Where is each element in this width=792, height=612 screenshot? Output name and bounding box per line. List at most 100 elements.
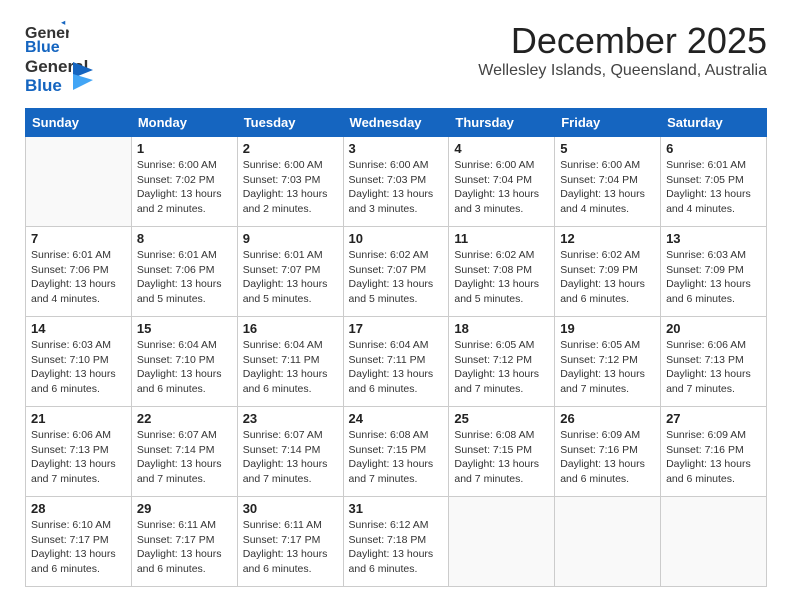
day-number: 29 [137,501,232,516]
day-info: Sunrise: 6:01 AM Sunset: 7:07 PM Dayligh… [243,248,338,307]
calendar-week-row: 1Sunrise: 6:00 AM Sunset: 7:02 PM Daylig… [26,137,767,227]
calendar-cell: 7 Sunrise: 6:01 AM Sunset: 7:06 PM Daylig… [26,227,132,317]
day-number: 31 [349,501,444,516]
calendar-table: SundayMondayTuesdayWednesdayThursdayFrid… [25,108,767,587]
day-number: 27 [666,411,761,426]
calendar-cell: 31 Sunrise: 6:12 AM Sunset: 7:18 PM Dayli… [343,497,449,587]
day-info: Sunrise: 6:05 AM Sunset: 7:12 PM Dayligh… [560,338,655,397]
day-info: Sunrise: 6:02 AM Sunset: 7:08 PM Dayligh… [454,248,549,307]
calendar-cell: 17Sunrise: 6:04 AM Sunset: 7:11 PM Dayli… [343,317,449,407]
calendar-cell: 15Sunrise: 6:04 AM Sunset: 7:10 PM Dayli… [131,317,237,407]
calendar-cell: 29 Sunrise: 6:11 AM Sunset: 7:17 PM Dayli… [131,497,237,587]
calendar-cell: 23 Sunrise: 6:07 AM Sunset: 7:14 PM Dayli… [237,407,343,497]
day-info: Sunrise: 6:04 AM Sunset: 7:11 PM Dayligh… [243,338,338,397]
day-info: Sunrise: 6:00 AM Sunset: 7:03 PM Dayligh… [349,158,444,217]
calendar-cell: 2Sunrise: 6:00 AM Sunset: 7:03 PM Daylig… [237,137,343,227]
day-number: 9 [243,231,338,246]
day-header-saturday: Saturday [661,109,767,137]
day-info: Sunrise: 6:08 AM Sunset: 7:15 PM Dayligh… [454,428,549,487]
calendar-cell: 3 Sunrise: 6:00 AM Sunset: 7:03 PM Daylig… [343,137,449,227]
day-info: Sunrise: 6:01 AM Sunset: 7:06 PM Dayligh… [31,248,126,307]
calendar-cell: 9 Sunrise: 6:01 AM Sunset: 7:07 PM Daylig… [237,227,343,317]
day-number: 6 [666,141,761,156]
calendar-cell: 13 Sunrise: 6:03 AM Sunset: 7:09 PM Dayli… [661,227,767,317]
calendar-week-row: 21 Sunrise: 6:06 AM Sunset: 7:13 PM Dayli… [26,407,767,497]
calendar-week-row: 7 Sunrise: 6:01 AM Sunset: 7:06 PM Daylig… [26,227,767,317]
day-info: Sunrise: 6:11 AM Sunset: 7:17 PM Dayligh… [137,518,232,577]
day-info: Sunrise: 6:07 AM Sunset: 7:14 PM Dayligh… [137,428,232,487]
day-info: Sunrise: 6:02 AM Sunset: 7:09 PM Dayligh… [560,248,655,307]
day-number: 4 [454,141,549,156]
day-info: Sunrise: 6:07 AM Sunset: 7:14 PM Dayligh… [243,428,338,487]
calendar-cell: 6 Sunrise: 6:01 AM Sunset: 7:05 PM Daylig… [661,137,767,227]
day-info: Sunrise: 6:02 AM Sunset: 7:07 PM Dayligh… [349,248,444,307]
logo: General Blue General Blue [25,20,75,98]
day-info: Sunrise: 6:06 AM Sunset: 7:13 PM Dayligh… [31,428,126,487]
calendar-cell: 27 Sunrise: 6:09 AM Sunset: 7:16 PM Dayli… [661,407,767,497]
calendar-cell: 1Sunrise: 6:00 AM Sunset: 7:02 PM Daylig… [131,137,237,227]
day-number: 22 [137,411,232,426]
day-number: 19 [560,321,655,336]
day-number: 8 [137,231,232,246]
day-number: 28 [31,501,126,516]
day-info: Sunrise: 6:00 AM Sunset: 7:03 PM Dayligh… [243,158,338,217]
calendar-header-row: SundayMondayTuesdayWednesdayThursdayFrid… [26,109,767,137]
calendar-cell [449,497,555,587]
day-number: 25 [454,411,549,426]
day-number: 17 [349,321,444,336]
day-info: Sunrise: 6:10 AM Sunset: 7:17 PM Dayligh… [31,518,126,577]
day-header-monday: Monday [131,109,237,137]
calendar-cell: 10 Sunrise: 6:02 AM Sunset: 7:07 PM Dayli… [343,227,449,317]
day-number: 16 [243,321,338,336]
calendar-cell: 8 Sunrise: 6:01 AM Sunset: 7:06 PM Daylig… [131,227,237,317]
day-number: 30 [243,501,338,516]
calendar-cell: 26 Sunrise: 6:09 AM Sunset: 7:16 PM Dayli… [555,407,661,497]
calendar-cell: 19 Sunrise: 6:05 AM Sunset: 7:12 PM Dayli… [555,317,661,407]
day-info: Sunrise: 6:03 AM Sunset: 7:09 PM Dayligh… [666,248,761,307]
calendar-cell [26,137,132,227]
calendar-cell [555,497,661,587]
location-subtitle: Wellesley Islands, Queensland, Australia [478,62,767,80]
calendar-cell: 5Sunrise: 6:00 AM Sunset: 7:04 PM Daylig… [555,137,661,227]
title-section: December 2025 Wellesley Islands, Queensl… [478,20,767,80]
day-header-wednesday: Wednesday [343,109,449,137]
calendar-cell: 18Sunrise: 6:05 AM Sunset: 7:12 PM Dayli… [449,317,555,407]
day-number: 26 [560,411,655,426]
day-number: 10 [349,231,444,246]
day-number: 3 [349,141,444,156]
calendar-cell: 22 Sunrise: 6:07 AM Sunset: 7:14 PM Dayli… [131,407,237,497]
month-title: December 2025 [478,20,767,62]
day-info: Sunrise: 6:01 AM Sunset: 7:05 PM Dayligh… [666,158,761,217]
page-header: General Blue General Blue December 2025 … [25,20,767,98]
svg-text:Blue: Blue [25,39,60,56]
day-number: 15 [137,321,232,336]
day-info: Sunrise: 6:12 AM Sunset: 7:18 PM Dayligh… [349,518,444,577]
calendar-cell: 20Sunrise: 6:06 AM Sunset: 7:13 PM Dayli… [661,317,767,407]
day-info: Sunrise: 6:11 AM Sunset: 7:17 PM Dayligh… [243,518,338,577]
day-info: Sunrise: 6:06 AM Sunset: 7:13 PM Dayligh… [666,338,761,397]
day-number: 13 [666,231,761,246]
day-number: 23 [243,411,338,426]
day-info: Sunrise: 6:00 AM Sunset: 7:04 PM Dayligh… [560,158,655,217]
day-info: Sunrise: 6:09 AM Sunset: 7:16 PM Dayligh… [666,428,761,487]
calendar-cell: 28 Sunrise: 6:10 AM Sunset: 7:17 PM Dayli… [26,497,132,587]
day-number: 24 [349,411,444,426]
day-info: Sunrise: 6:03 AM Sunset: 7:10 PM Dayligh… [31,338,126,397]
day-info: Sunrise: 6:08 AM Sunset: 7:15 PM Dayligh… [349,428,444,487]
calendar-cell: 24 Sunrise: 6:08 AM Sunset: 7:15 PM Dayli… [343,407,449,497]
day-info: Sunrise: 6:00 AM Sunset: 7:02 PM Dayligh… [137,158,232,217]
calendar-week-row: 14Sunrise: 6:03 AM Sunset: 7:10 PM Dayli… [26,317,767,407]
calendar-cell: 30 Sunrise: 6:11 AM Sunset: 7:17 PM Dayli… [237,497,343,587]
calendar-week-row: 28 Sunrise: 6:10 AM Sunset: 7:17 PM Dayli… [26,497,767,587]
day-header-friday: Friday [555,109,661,137]
calendar-cell [661,497,767,587]
day-number: 7 [31,231,126,246]
day-info: Sunrise: 6:09 AM Sunset: 7:16 PM Dayligh… [560,428,655,487]
day-header-thursday: Thursday [449,109,555,137]
day-number: 21 [31,411,126,426]
calendar-cell: 16 Sunrise: 6:04 AM Sunset: 7:11 PM Dayli… [237,317,343,407]
day-number: 12 [560,231,655,246]
calendar-cell: 11Sunrise: 6:02 AM Sunset: 7:08 PM Dayli… [449,227,555,317]
day-info: Sunrise: 6:01 AM Sunset: 7:06 PM Dayligh… [137,248,232,307]
logo-icon: General Blue [25,20,69,56]
